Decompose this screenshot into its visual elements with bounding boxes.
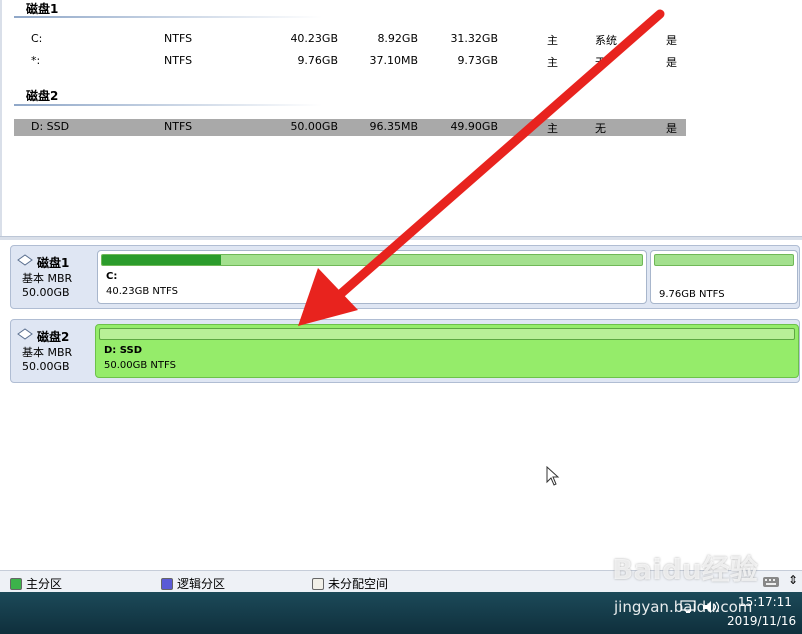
cell-name: C: xyxy=(31,32,43,45)
cell-fs: NTFS xyxy=(164,120,193,133)
cell-capacity: 40.23GB xyxy=(290,32,338,45)
usage-bar xyxy=(654,254,794,266)
group-divider xyxy=(14,104,322,106)
menu-arrow-icon[interactable]: ⇕ xyxy=(788,573,798,587)
cell-capacity: 50.00GB xyxy=(290,120,338,133)
disk-type: 基本 MBR xyxy=(22,346,73,359)
disk-icon xyxy=(17,328,33,340)
cell-used: 37.10MB xyxy=(369,54,418,67)
partition-desc: 40.23GB NTFS xyxy=(106,286,178,297)
partition-desc: 9.76GB NTFS xyxy=(659,289,725,300)
disk-size: 50.00GB xyxy=(22,286,70,299)
cell-name: D: SSD xyxy=(31,120,70,133)
cell-capacity: 9.76GB xyxy=(297,54,338,67)
disk-name: 磁盘1 xyxy=(37,256,70,270)
partition-list-pane: 磁盘1 C: NTFS 40.23GB 8.92GB 31.32GB 主 系统 … xyxy=(0,0,802,236)
disk-name: 磁盘2 xyxy=(37,330,70,344)
legend-logical: 逻辑分区 xyxy=(161,575,226,591)
partition-label: D: SSD xyxy=(104,345,143,356)
cell-name: *: xyxy=(31,54,41,67)
cell-used: 8.92GB xyxy=(377,32,418,45)
cell-active: 是 xyxy=(666,56,677,69)
partition-row-star[interactable]: *: NTFS 9.76GB 37.10MB 9.73GB 主 无 是 xyxy=(14,53,686,70)
watermark-logo: Baidu经验 xyxy=(612,553,758,586)
legend-unallocated: 未分配空间 xyxy=(312,575,389,591)
partition-label: C: xyxy=(106,271,118,282)
cell-type: 主 xyxy=(547,56,558,69)
cell-active: 是 xyxy=(666,34,677,47)
cell-type: 主 xyxy=(547,34,558,47)
usage-fill xyxy=(102,255,221,265)
disk-info[interactable]: 磁盘1 基本 MBR 50.00GB xyxy=(11,246,95,308)
disk-type: 基本 MBR xyxy=(22,272,73,285)
legend-swatch-icon xyxy=(10,578,22,590)
cell-fs: NTFS xyxy=(164,54,193,67)
cell-type: 主 xyxy=(547,122,558,135)
mouse-cursor-icon xyxy=(546,466,560,486)
disk-row-disk1[interactable]: 磁盘1 基本 MBR 50.00GB C: 40.23GB NTFS 9.76G… xyxy=(10,245,800,309)
group-header-disk2: 磁盘2 xyxy=(26,89,59,103)
legend-swatch-icon xyxy=(161,578,173,590)
cell-active: 是 xyxy=(666,122,677,135)
disk-size: 50.00GB xyxy=(22,360,70,373)
disk-info[interactable]: 磁盘2 基本 MBR 50.00GB xyxy=(11,320,95,382)
cell-used: 96.35MB xyxy=(369,120,418,133)
group-divider xyxy=(14,16,322,18)
cell-status: 无 xyxy=(595,56,606,69)
partition-block-d-ssd[interactable]: D: SSD 50.00GB NTFS xyxy=(95,324,799,378)
disk-map-pane: 磁盘1 基本 MBR 50.00GB C: 40.23GB NTFS 9.76G… xyxy=(0,240,802,570)
partition-block-c[interactable]: C: 40.23GB NTFS xyxy=(97,250,647,304)
watermark-url: jingyan.baidu.com xyxy=(614,598,753,616)
cell-status: 系统 xyxy=(595,34,617,47)
clock-date[interactable]: 2019/11/16 xyxy=(727,614,796,628)
cell-free: 9.73GB xyxy=(457,54,498,67)
partition-row-c[interactable]: C: NTFS 40.23GB 8.92GB 31.32GB 主 系统 是 xyxy=(14,31,686,48)
cell-free: 31.32GB xyxy=(450,32,498,45)
usage-bar xyxy=(101,254,643,266)
cell-status: 无 xyxy=(595,122,606,135)
legend-label: 未分配空间 xyxy=(328,577,389,591)
group-header-disk1: 磁盘1 xyxy=(26,2,59,16)
legend-label: 主分区 xyxy=(26,577,63,591)
partition-block-unnamed[interactable]: 9.76GB NTFS xyxy=(650,250,798,304)
keyboard-icon[interactable] xyxy=(762,575,780,589)
partition-desc: 50.00GB NTFS xyxy=(104,360,176,371)
disk-row-disk2[interactable]: 磁盘2 基本 MBR 50.00GB D: SSD 50.00GB NTFS xyxy=(10,319,800,383)
cell-fs: NTFS xyxy=(164,32,193,45)
usage-bar xyxy=(99,328,795,340)
disk-icon xyxy=(17,254,33,266)
cell-free: 49.90GB xyxy=(450,120,498,133)
legend-label: 逻辑分区 xyxy=(177,577,226,591)
legend-primary: 主分区 xyxy=(10,575,63,591)
partition-row-d-ssd[interactable]: D: SSD NTFS 50.00GB 96.35MB 49.90GB 主 无 … xyxy=(14,119,686,136)
legend-swatch-icon xyxy=(312,578,324,590)
